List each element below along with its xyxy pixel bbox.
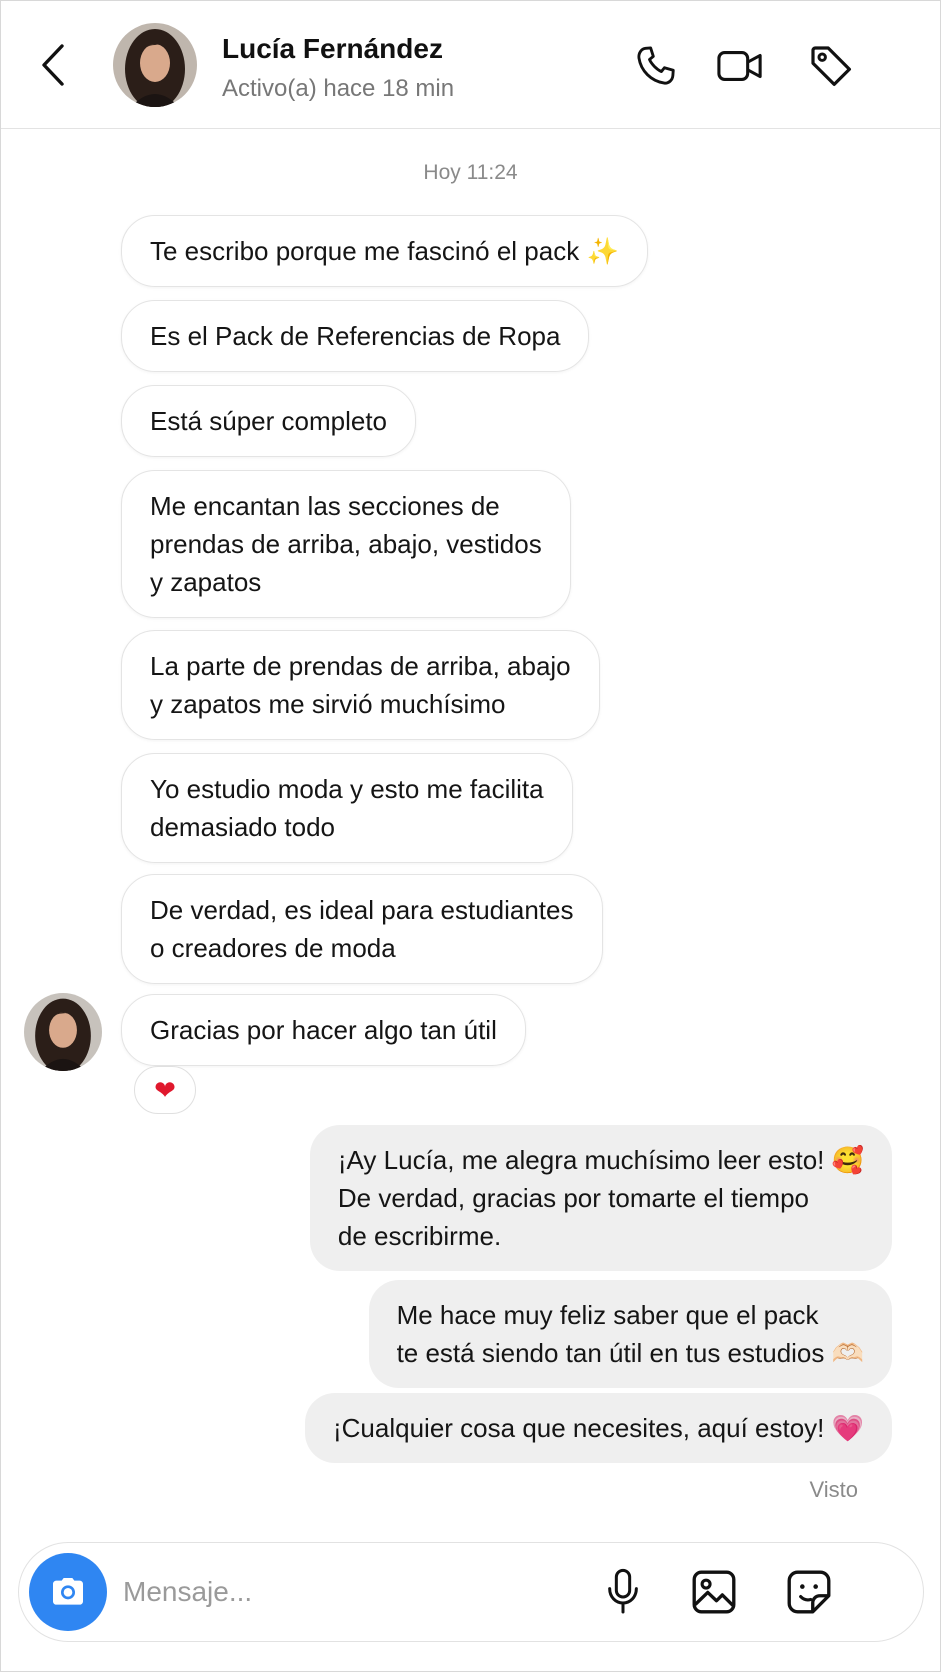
- chat-screen: Lucía Fernández Activo(a) hace 18 min Ho…: [0, 0, 941, 1672]
- camera-button[interactable]: [29, 1553, 107, 1631]
- image-icon: [692, 1570, 736, 1614]
- incoming-message[interactable]: Es el Pack de Referencias de Ropa: [121, 300, 590, 372]
- outgoing-message[interactable]: ¡Cualquier cosa que necesites, aquí esto…: [305, 1393, 892, 1463]
- video-camera-icon: [717, 51, 762, 81]
- avatar-image: [113, 23, 197, 107]
- contact-name[interactable]: Lucía Fernández: [222, 33, 443, 65]
- incoming-message[interactable]: Gracias por hacer algo tan útil: [121, 994, 526, 1066]
- seen-indicator: Visto: [809, 1477, 858, 1502]
- back-button[interactable]: [31, 39, 75, 91]
- voice-message-button[interactable]: [594, 1563, 652, 1621]
- back-icon: [42, 44, 64, 86]
- message-composer: [18, 1542, 924, 1642]
- phone-icon: [637, 46, 675, 85]
- incoming-message[interactable]: De verdad, es ideal para estudiantes o c…: [121, 874, 603, 984]
- avatar-image: [24, 993, 102, 1071]
- incoming-message[interactable]: Me encantan las secciones de prendas de …: [121, 470, 571, 618]
- video-call-button[interactable]: [713, 39, 767, 93]
- contact-avatar[interactable]: [113, 23, 197, 107]
- incoming-message[interactable]: Está súper completo: [121, 385, 417, 457]
- outgoing-message[interactable]: ¡Ay Lucía, me alegra muchísimo leer esto…: [309, 1125, 892, 1271]
- outgoing-message[interactable]: Me hace muy feliz saber que el pack te e…: [368, 1280, 892, 1388]
- call-button[interactable]: [629, 39, 683, 93]
- incoming-message[interactable]: La parte de prendas de arriba, abajo y z…: [121, 630, 600, 740]
- chat-header: Lucía Fernández Activo(a) hace 18 min: [1, 1, 940, 129]
- incoming-message[interactable]: Te escribo porque me fascinó el pack ✨: [121, 215, 648, 287]
- message-input[interactable]: [123, 1561, 563, 1623]
- microphone-icon: [608, 1568, 638, 1614]
- sender-avatar[interactable]: [24, 993, 102, 1071]
- camera-icon: [53, 1578, 83, 1605]
- heart-reaction[interactable]: ❤: [134, 1066, 196, 1114]
- sticker-icon: [787, 1570, 831, 1614]
- incoming-message[interactable]: Yo estudio moda y esto me facilita demas…: [121, 753, 573, 863]
- contact-status: Activo(a) hace 18 min: [222, 75, 455, 102]
- tag-icon: [811, 46, 851, 86]
- sticker-button[interactable]: [780, 1563, 838, 1621]
- gallery-button[interactable]: [685, 1563, 743, 1621]
- message-timestamp: Hoy 11:24: [423, 161, 518, 184]
- tag-button[interactable]: [804, 39, 858, 93]
